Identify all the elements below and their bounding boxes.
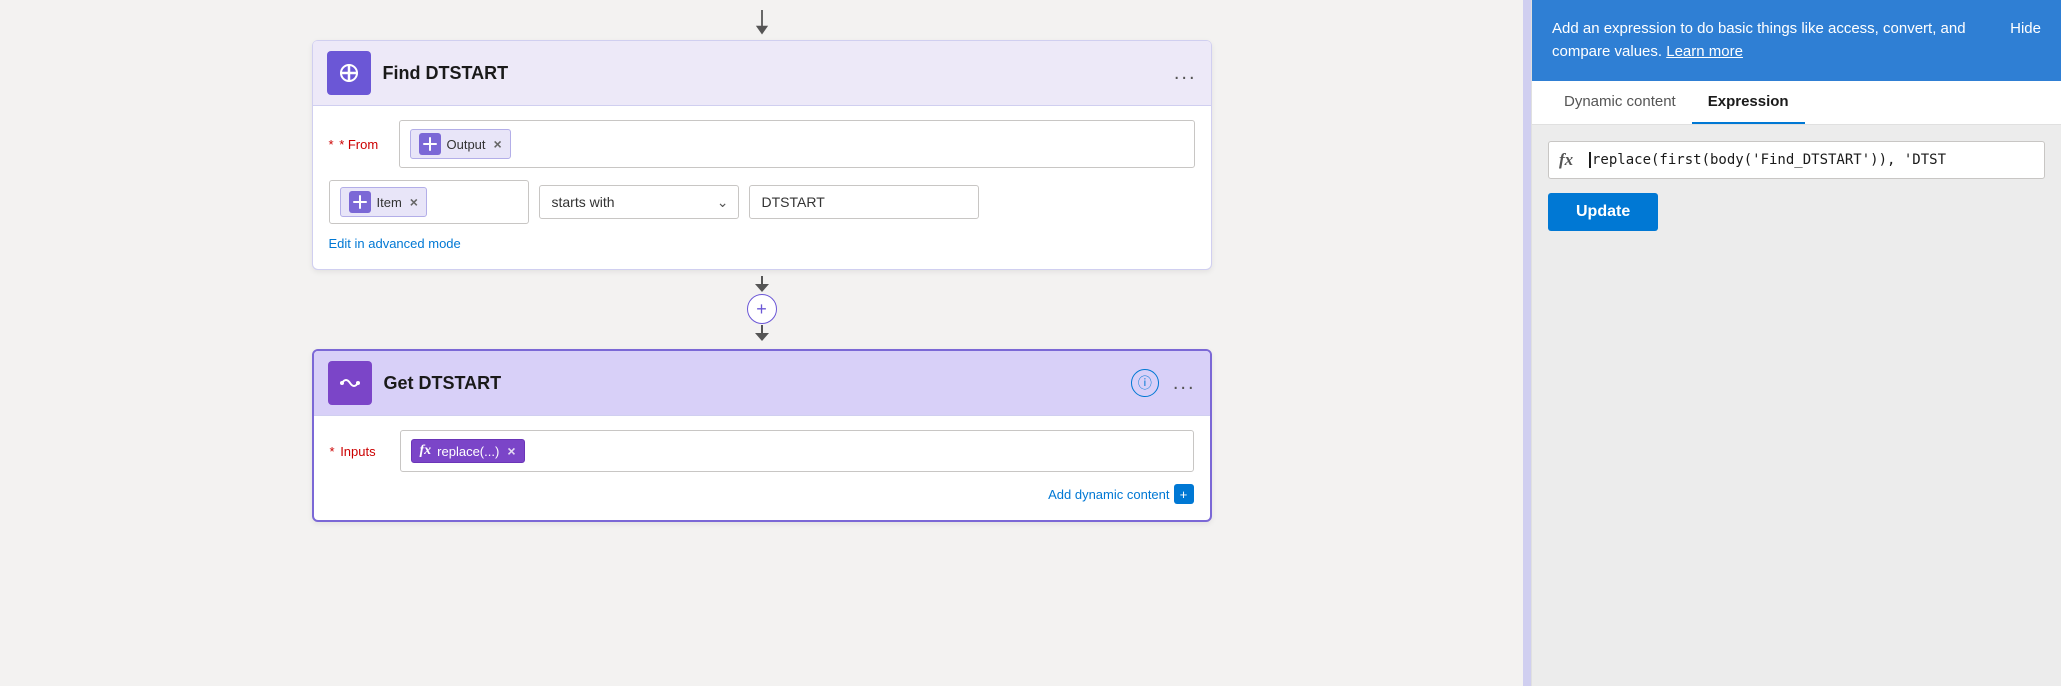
add-step-button[interactable]: +: [747, 294, 777, 324]
tab-dynamic-content[interactable]: Dynamic content: [1548, 81, 1692, 124]
func-tag-label: replace(...): [437, 444, 499, 459]
add-dynamic-icon: +: [1174, 484, 1194, 504]
item-tag-icon: [349, 191, 371, 213]
find-dtstart-icon: [327, 51, 371, 95]
find-dtstart-header-left: Find DTSTART: [327, 51, 509, 95]
inputs-label: * Inputs: [330, 444, 390, 459]
expression-input-row[interactable]: fx replace(first(body('Find_DTSTART')), …: [1548, 141, 2045, 179]
func-tag: fx replace(...) ×: [411, 439, 525, 463]
find-dtstart-title: Find DTSTART: [383, 63, 509, 84]
get-dtstart-card: Get DTSTART ⓘ ... * Inputs fx replace(..…: [312, 349, 1212, 522]
hide-button[interactable]: Hide: [2010, 18, 2041, 41]
item-tag-close[interactable]: ×: [410, 194, 418, 210]
output-tag-label: Output: [447, 137, 486, 152]
add-dynamic-label: Add dynamic content: [1048, 487, 1169, 502]
update-button[interactable]: Update: [1548, 193, 1658, 231]
panel-info-text: Add an expression to do basic things lik…: [1552, 18, 1990, 63]
connector-arrow-down2: [752, 325, 772, 343]
right-panel: Add an expression to do basic things lik…: [1531, 0, 2061, 686]
output-tag: Output ×: [410, 129, 511, 159]
fx-icon: fx: [420, 443, 432, 459]
filter-row: Item × starts with contains equals ends …: [329, 180, 1195, 224]
connector-arrow-down: [752, 276, 772, 294]
item-tag-box[interactable]: Item ×: [329, 180, 529, 224]
find-dtstart-body: * * From Output ×: [313, 106, 1211, 269]
connector-section: +: [747, 276, 777, 343]
expression-fx-label: fx: [1559, 150, 1581, 170]
find-dtstart-menu[interactable]: ...: [1174, 62, 1197, 85]
find-dtstart-card: Find DTSTART ... * * From: [312, 40, 1212, 270]
tab-expression[interactable]: Expression: [1692, 81, 1805, 124]
inputs-row: * Inputs fx replace(...) ×: [330, 430, 1194, 472]
add-dynamic-button[interactable]: Add dynamic content +: [1048, 484, 1193, 504]
canvas-area: Find DTSTART ... * * From: [0, 0, 1523, 686]
inputs-tag-input[interactable]: fx replace(...) ×: [400, 430, 1194, 472]
advanced-mode-link[interactable]: Edit in advanced mode: [329, 236, 461, 251]
panel-info-description: Add an expression to do basic things lik…: [1552, 20, 1966, 60]
learn-more-link[interactable]: Learn more: [1666, 43, 1743, 60]
find-dtstart-header: Find DTSTART ...: [313, 41, 1211, 106]
get-dtstart-header-left: Get DTSTART: [328, 361, 502, 405]
operator-select-wrapper[interactable]: starts with contains equals ends with ⌄: [539, 185, 739, 219]
item-tag-label: Item: [377, 195, 402, 210]
output-tag-icon: [419, 133, 441, 155]
from-tag-input[interactable]: Output ×: [399, 120, 1195, 168]
output-tag-close[interactable]: ×: [494, 136, 502, 152]
add-dynamic-row: Add dynamic content +: [330, 484, 1194, 504]
func-tag-close[interactable]: ×: [507, 443, 515, 459]
get-dtstart-title: Get DTSTART: [384, 373, 502, 394]
expression-cursor: [1589, 152, 1591, 168]
expression-text-content: replace(first(body('Find_DTSTART')), 'DT…: [1589, 152, 2034, 168]
panel-expression-area: fx replace(first(body('Find_DTSTART')), …: [1532, 125, 2061, 686]
get-dtstart-body: * Inputs fx replace(...) × Add dynamic c…: [314, 416, 1210, 520]
top-arrow: [750, 10, 774, 38]
filter-value-input[interactable]: [749, 185, 979, 219]
item-tag: Item ×: [340, 187, 427, 217]
get-dtstart-icon: [328, 361, 372, 405]
operator-select[interactable]: starts with contains equals ends with: [539, 185, 739, 219]
panel-tabs: Dynamic content Expression: [1532, 81, 2061, 125]
panel-info-banner: Add an expression to do basic things lik…: [1532, 0, 2061, 81]
get-dtstart-menu[interactable]: ...: [1173, 372, 1196, 395]
from-row: * * From Output ×: [329, 120, 1195, 168]
panel-divider[interactable]: [1523, 0, 1531, 686]
from-label: * * From: [329, 137, 389, 152]
expression-value: replace(first(body('Find_DTSTART')), 'DT…: [1592, 152, 1946, 168]
info-icon[interactable]: ⓘ: [1131, 369, 1159, 397]
get-dtstart-header: Get DTSTART ⓘ ...: [314, 351, 1210, 416]
